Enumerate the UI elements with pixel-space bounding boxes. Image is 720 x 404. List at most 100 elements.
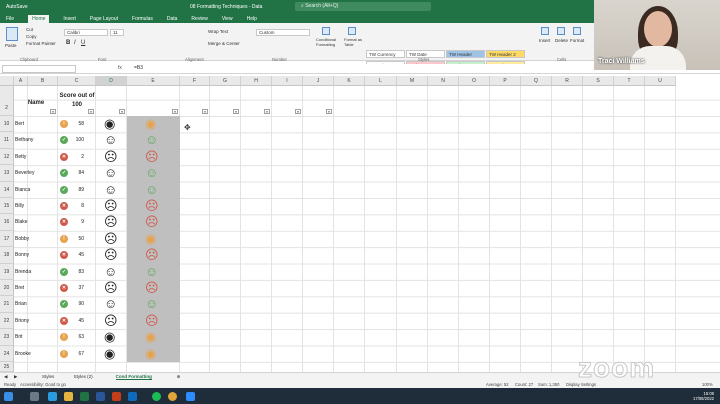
column-header-j[interactable]: J (303, 76, 334, 86)
tab-help[interactable]: Help (247, 16, 257, 22)
font-size-select[interactable]: 11 (110, 29, 124, 36)
font-name-select[interactable]: Calibri (64, 29, 108, 36)
score-cell[interactable]: 45 (70, 247, 84, 263)
style-tw-header-2[interactable]: TW Header 2 (486, 50, 525, 58)
sheet-tab[interactable]: Styles (2) (74, 374, 93, 379)
column-header-s[interactable]: S (583, 76, 614, 86)
name-cell[interactable]: Billy (15, 198, 55, 214)
column-header-c[interactable]: C (58, 76, 96, 86)
column-header-g[interactable]: G (210, 76, 241, 86)
spotify-icon[interactable] (152, 392, 161, 401)
formula-input[interactable]: =B3 (134, 65, 143, 71)
format-as-table-icon[interactable] (348, 27, 356, 35)
score-cell[interactable]: 2 (70, 149, 84, 165)
delete-button[interactable]: Delete (555, 38, 568, 43)
column-header-k[interactable]: K (334, 76, 365, 86)
filter-dropdown-button[interactable]: ▾ (295, 109, 301, 114)
format-icon[interactable] (573, 27, 581, 35)
number-format-select[interactable]: Custom (256, 29, 310, 36)
bold-button[interactable]: B (66, 40, 70, 46)
format-button[interactable]: Format (570, 38, 584, 43)
name-cell[interactable]: Bianca (15, 182, 55, 198)
column-header-o[interactable]: O (459, 76, 490, 86)
sheet-tab[interactable]: Styles (42, 374, 54, 379)
tab-page-layout[interactable]: Page Layout (90, 16, 118, 22)
select-all-corner[interactable] (0, 76, 14, 86)
score-cell[interactable]: 37 (70, 280, 84, 296)
format-as-table-button[interactable]: Format as Table (344, 37, 366, 47)
file-explorer-icon[interactable] (64, 392, 73, 401)
name-cell[interactable]: Brian (15, 296, 55, 312)
name-cell[interactable]: Bonny (15, 247, 55, 263)
score-cell[interactable]: 84 (70, 165, 84, 181)
chrome-icon[interactable] (168, 392, 177, 401)
status-accessibility[interactable]: Accessibility: Good to go (20, 382, 66, 387)
name-cell[interactable]: Brooke (15, 346, 55, 362)
system-clock[interactable]: 15:08 17/08/2022 (693, 391, 714, 401)
filter-dropdown-button[interactable]: ▾ (202, 109, 208, 114)
add-sheet-icon[interactable]: ⊕ (177, 374, 181, 380)
insert-button[interactable]: Insert (539, 38, 550, 43)
fx-icon[interactable]: fx (118, 65, 122, 71)
filter-dropdown-button[interactable]: ▾ (50, 109, 56, 114)
column-header-a[interactable]: A (14, 76, 28, 86)
name-cell[interactable]: Bobby (15, 231, 55, 247)
paste-icon[interactable] (6, 27, 18, 41)
tab-formulas[interactable]: Formulas (132, 16, 153, 22)
filter-dropdown-button[interactable]: ▾ (233, 109, 239, 114)
style-tw-header[interactable]: TW Header (446, 50, 485, 58)
row-header[interactable]: 2 (0, 86, 14, 116)
word-icon[interactable] (96, 392, 105, 401)
name-cell[interactable]: Brenda (15, 264, 55, 280)
score-cell[interactable]: 67 (70, 346, 84, 362)
powerpoint-icon[interactable] (112, 392, 121, 401)
zoom-level[interactable]: 100% (702, 382, 713, 387)
column-header-f[interactable]: F (180, 76, 210, 86)
score-cell[interactable]: 89 (70, 182, 84, 198)
tab-data[interactable]: Data (167, 16, 178, 22)
column-header-d[interactable]: D (96, 76, 127, 86)
style-tw-currency[interactable]: TW Currency (366, 50, 405, 58)
delete-icon[interactable] (557, 27, 565, 35)
tab-file[interactable]: File (6, 16, 14, 22)
task-view-icon[interactable] (30, 392, 39, 401)
score-cell[interactable]: 83 (70, 264, 84, 280)
score-cell[interactable]: 100 (70, 132, 84, 148)
format-painter-button[interactable]: Format Painter (26, 41, 56, 46)
column-header-m[interactable]: M (397, 76, 428, 86)
paste-label[interactable]: Paste (5, 43, 17, 48)
name-cell[interactable]: Bert (15, 116, 55, 132)
column-header-r[interactable]: R (552, 76, 583, 86)
filter-dropdown-button[interactable]: ▾ (88, 109, 94, 114)
score-cell[interactable]: 50 (70, 231, 84, 247)
sheet-nav-left-icon[interactable]: ◀ (4, 374, 7, 380)
row-header[interactable]: 25 (0, 362, 14, 372)
column-header-p[interactable]: P (490, 76, 521, 86)
copy-button[interactable]: Copy (26, 34, 37, 39)
tab-review[interactable]: Review (191, 16, 207, 22)
filter-dropdown-button[interactable]: ▾ (326, 109, 332, 114)
autosave-label[interactable]: AutoSave (6, 4, 28, 10)
name-cell[interactable]: Brit (15, 329, 55, 345)
name-cell[interactable]: Betty (15, 149, 55, 165)
zoom-app-icon[interactable] (186, 392, 195, 401)
tab-view[interactable]: View (222, 16, 233, 22)
conditional-formatting-icon[interactable] (322, 27, 330, 35)
filter-dropdown-button[interactable]: ▾ (264, 109, 270, 114)
name-cell[interactable]: Briony (15, 313, 55, 329)
tab-home[interactable]: Home (28, 14, 50, 23)
column-header-l[interactable]: L (365, 76, 397, 86)
column-header-e[interactable]: E (127, 76, 180, 86)
score-cell[interactable]: 45 (70, 313, 84, 329)
score-cell[interactable]: 63 (70, 329, 84, 345)
column-header-h[interactable]: H (241, 76, 272, 86)
wrap-text-button[interactable]: Wrap Text (208, 29, 228, 34)
edge-icon[interactable] (48, 392, 57, 401)
name-cell[interactable]: Blake (15, 214, 55, 230)
merge-center-button[interactable]: Merge & Center (208, 41, 240, 46)
column-header-u[interactable]: U (645, 76, 676, 86)
cut-button[interactable]: Cut (26, 27, 33, 32)
windows-start-icon[interactable] (4, 392, 13, 401)
name-box[interactable] (2, 65, 76, 73)
score-cell[interactable]: 8 (70, 198, 84, 214)
